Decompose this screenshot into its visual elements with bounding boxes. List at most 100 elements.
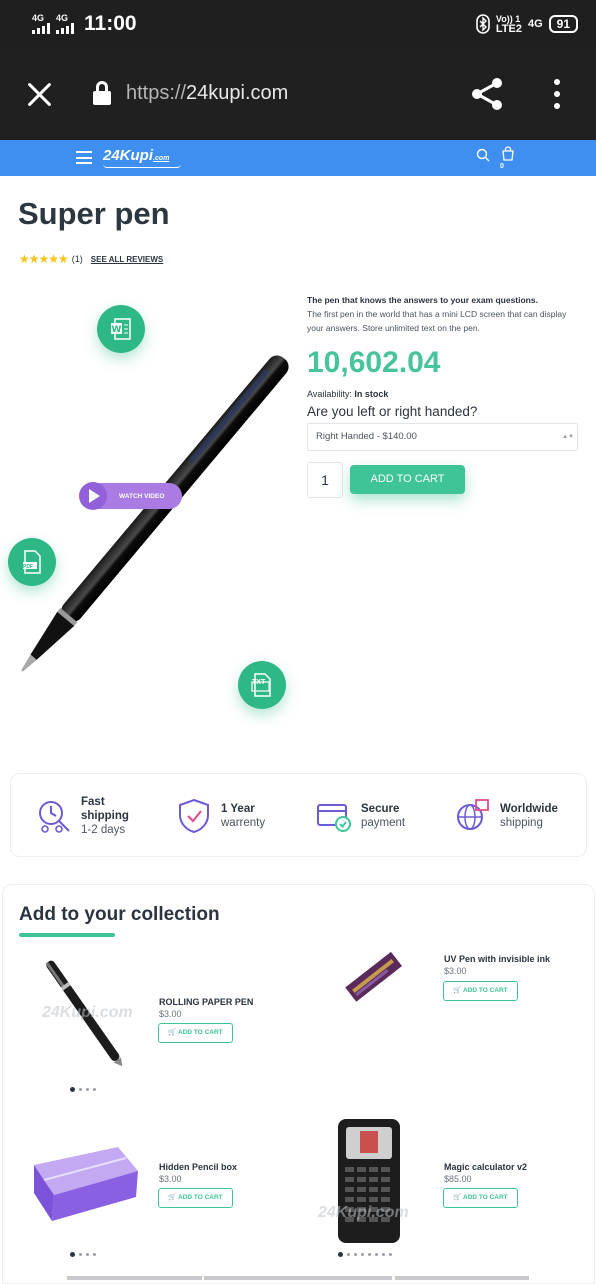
cart-count: 0 xyxy=(500,163,504,170)
benefit-sub: shipping xyxy=(500,817,543,829)
availability: Availability: In stock xyxy=(307,389,388,399)
benefit-worldwide-shipping: Worldwide shipping xyxy=(454,774,558,858)
add-to-cart-label: ADD TO CART xyxy=(178,1194,223,1201)
benefit-title: Worldwide xyxy=(500,803,558,815)
product-tagline: The pen that knows the answers to your e… xyxy=(307,295,538,305)
benefit-title: Secure xyxy=(361,803,400,815)
watch-video-label: WATCH VIDEO xyxy=(119,492,165,500)
product-name[interactable]: Hidden Pencil box xyxy=(159,1162,237,1172)
benefit-title: 1 Year xyxy=(221,803,255,815)
image-carousel-dots[interactable] xyxy=(70,1087,96,1092)
secure-payment-icon xyxy=(317,804,351,832)
txt-label: TXT xyxy=(252,679,266,686)
benefits-card: Fast shipping 1-2 days 1 Year warrenty Secu… xyxy=(10,773,587,857)
word-document-icon: W xyxy=(111,318,131,340)
pdf-badge[interactable]: PDF xyxy=(8,538,56,586)
clock-delivery-icon xyxy=(39,801,70,833)
select-caret-icon: ▲▼ xyxy=(562,434,574,440)
review-count: (1) xyxy=(71,254,83,264)
product-price: $85.00 xyxy=(444,1174,472,1184)
txt-badge[interactable]: TXT xyxy=(238,661,286,709)
word-doc-badge[interactable]: W xyxy=(97,305,145,353)
product-price: $3.00 xyxy=(159,1174,182,1184)
collection-title: Add to your collection xyxy=(19,904,220,925)
signal-bars-icon xyxy=(56,23,74,34)
bottom-scroll-indicator xyxy=(395,1276,529,1280)
url-bar[interactable]: https://24kupi.com xyxy=(126,82,288,105)
lte-label: LTE2 xyxy=(495,23,522,35)
network-label-3: 4G xyxy=(527,18,543,30)
handedness-selected-value: Right Handed - $140.00 xyxy=(316,431,417,442)
svg-text:W: W xyxy=(112,325,122,335)
logo-swoosh xyxy=(103,164,181,168)
watermark: 24Kupi.com xyxy=(318,1204,409,1221)
bottom-scroll-indicator xyxy=(204,1276,392,1280)
image-carousel-dots[interactable] xyxy=(70,1252,96,1257)
benefit-secure-payment: Secure payment xyxy=(315,774,405,858)
add-to-cart-button[interactable]: ADD TO CART xyxy=(350,465,465,494)
product-name[interactable]: ROLLING PAPER PEN xyxy=(159,997,253,1007)
product-price: $3.00 xyxy=(159,1009,182,1019)
site-logo[interactable]: 24Kupi.com xyxy=(103,147,169,164)
add-to-cart-label: ADD TO CART xyxy=(463,1194,508,1201)
product-name[interactable]: UV Pen with invisible ink xyxy=(444,954,550,964)
benefit-sub: 1-2 days xyxy=(81,824,126,836)
pdf-file-icon xyxy=(23,550,41,574)
product-description: The first pen in the world that has a mi… xyxy=(307,309,567,333)
watch-video-button[interactable]: WATCH VIDEO xyxy=(79,482,182,510)
add-to-cart-label: ADD TO CART xyxy=(178,1029,223,1036)
benefit-warranty: 1 Year warrenty xyxy=(175,774,265,858)
cart-icon[interactable] xyxy=(501,146,515,161)
pdf-label: PDF xyxy=(23,564,33,570)
benefit-title-2: shipping xyxy=(81,810,129,822)
share-icon[interactable] xyxy=(470,76,504,112)
menu-icon[interactable] xyxy=(76,151,92,164)
add-to-cart-button[interactable]: 🛒 ADD TO CART xyxy=(158,1023,233,1043)
availability-label: Availability: xyxy=(307,389,352,399)
browser-toolbar: https://24kupi.com xyxy=(0,48,596,140)
product-title: Super pen xyxy=(18,196,170,231)
benefit-sub: payment xyxy=(361,817,406,829)
product-price: 10,602.04 xyxy=(307,346,441,379)
star-rating-icon: ★★★★★ xyxy=(19,252,69,266)
network-label-1: 4G xyxy=(32,13,45,23)
battery-icon: 91 xyxy=(548,15,578,33)
url-protocol: https:// xyxy=(126,82,187,104)
collection-underline xyxy=(19,933,115,937)
url-host: 24kupi.com xyxy=(186,82,289,104)
more-options-icon[interactable] xyxy=(553,79,561,109)
watermark: 24Kupi.com xyxy=(42,1004,133,1021)
availability-value: In stock xyxy=(354,389,389,399)
globe-icon xyxy=(457,799,489,830)
hidden-pencil-box-image[interactable] xyxy=(30,1125,142,1229)
search-icon[interactable] xyxy=(476,148,490,162)
status-bar: 4G 4G 11:00 Vo)) 1 LTE2 4G 91 xyxy=(0,0,596,48)
logo-domain: .com xyxy=(153,155,170,162)
add-to-cart-button[interactable]: 🛒 ADD TO CART xyxy=(158,1188,233,1208)
see-all-reviews-link[interactable]: SEE ALL REVIEWS xyxy=(91,255,163,264)
add-to-cart-label: ADD TO CART xyxy=(463,987,508,994)
product-name[interactable]: Magic calculator v2 xyxy=(444,1162,527,1172)
quantity-input[interactable]: 1 xyxy=(307,462,343,498)
benefit-fast-shipping: Fast shipping 1-2 days xyxy=(35,774,129,858)
uv-pen-image[interactable] xyxy=(340,948,406,1004)
magic-calculator-image[interactable] xyxy=(336,1117,402,1245)
lock-icon[interactable] xyxy=(93,81,111,105)
signal-1: 4G xyxy=(32,14,50,34)
handedness-question: Are you left or right handed? xyxy=(307,404,478,419)
bluetooth-icon xyxy=(476,14,490,34)
clock: 11:00 xyxy=(84,12,137,35)
logo-text: 24Kupi xyxy=(103,147,154,164)
close-icon[interactable] xyxy=(26,81,54,109)
add-to-cart-button[interactable]: 🛒 ADD TO CART xyxy=(443,981,518,1001)
handedness-select[interactable]: Right Handed - $140.00 ▲▼ xyxy=(307,423,578,451)
image-carousel-dots[interactable] xyxy=(338,1252,392,1257)
product-price: $3.00 xyxy=(444,966,467,976)
rating: ★★★★★ (1) SEE ALL REVIEWS xyxy=(19,252,163,266)
volte-indicator: Vo)) 1 LTE2 xyxy=(495,14,522,35)
bottom-scroll-indicator xyxy=(67,1276,202,1280)
play-icon xyxy=(79,482,107,510)
signal-bars-icon xyxy=(32,23,50,34)
add-to-cart-button[interactable]: 🛒 ADD TO CART xyxy=(443,1188,518,1208)
benefit-sub: warrenty xyxy=(221,817,266,829)
